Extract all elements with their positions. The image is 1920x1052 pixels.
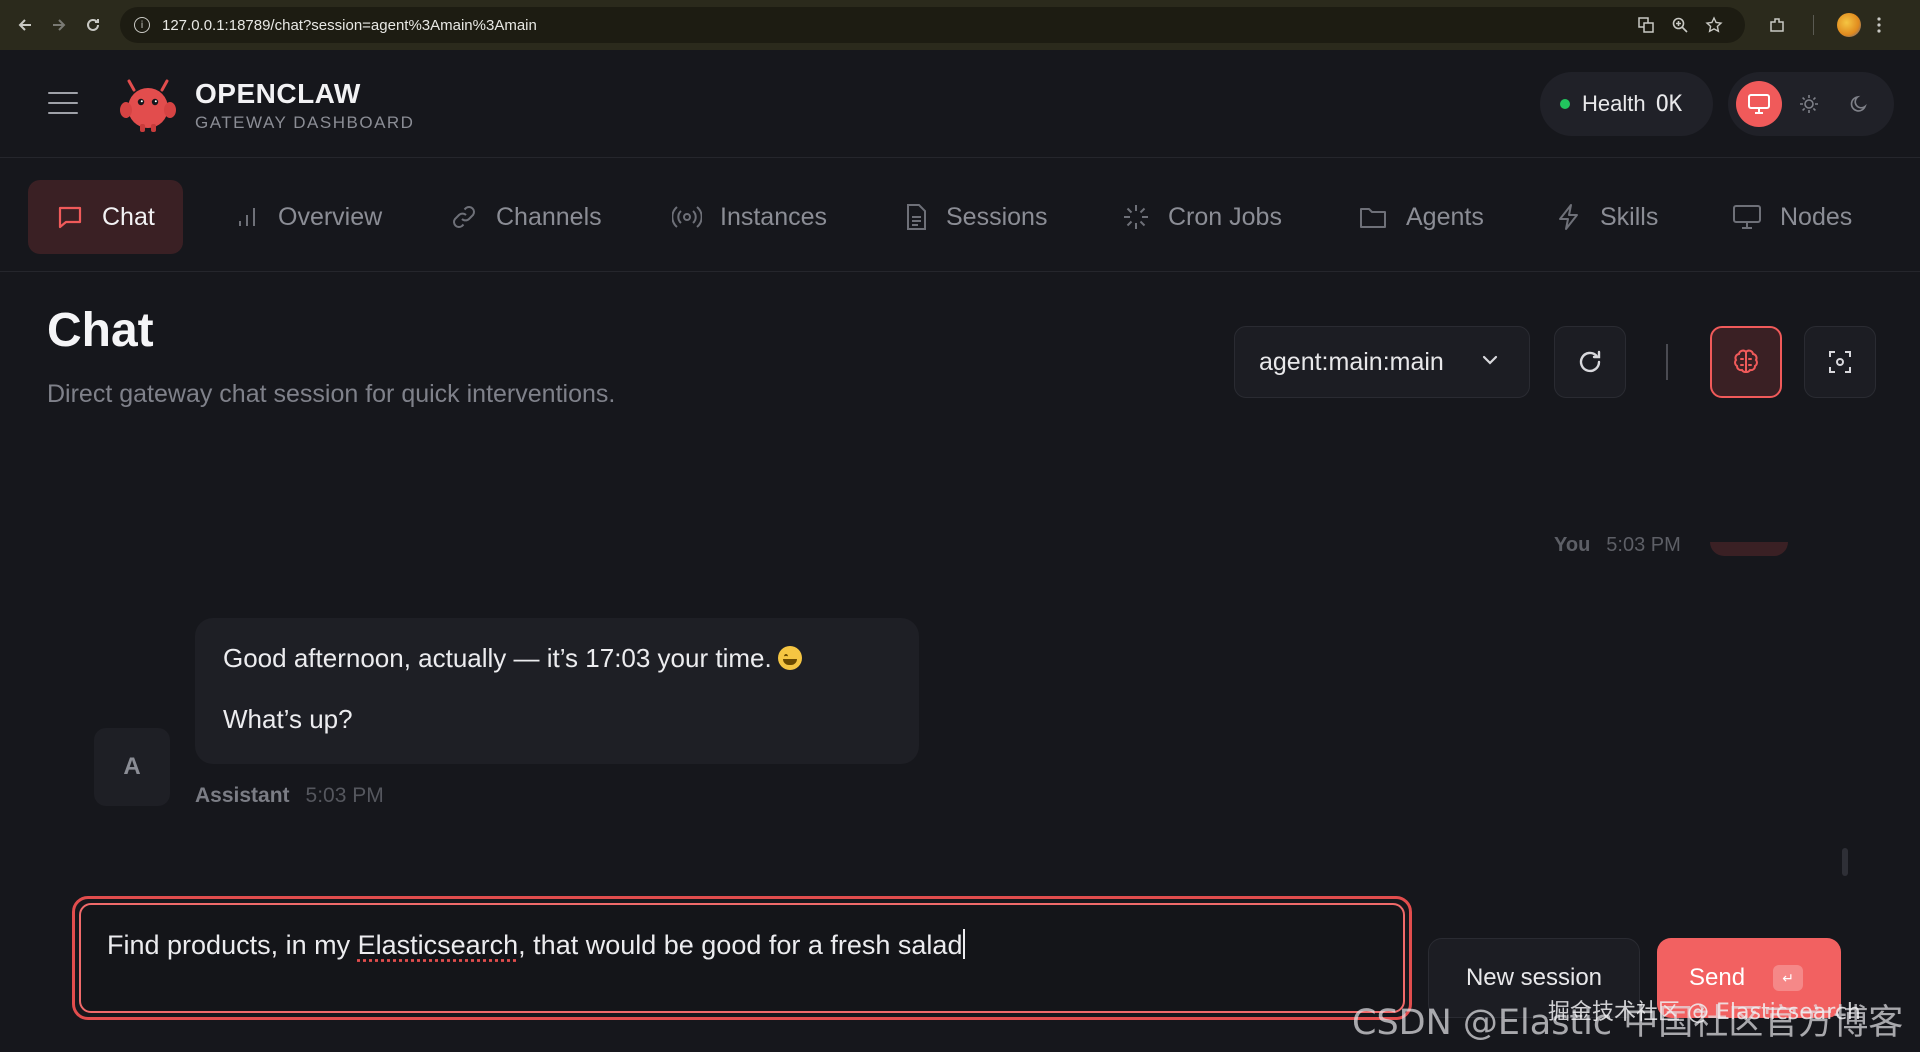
moon-icon[interactable] (1836, 81, 1882, 127)
tab-label: Chat (102, 202, 155, 231)
file-text-icon (904, 203, 928, 231)
tab-label: Skills (1600, 202, 1659, 231)
assistant-message-text: Good afternoon, actually — it’s 17:03 yo… (223, 643, 772, 673)
address-bar-url: 127.0.0.1:18789/chat?session=agent%3Amai… (162, 16, 537, 34)
message-square-icon (56, 203, 84, 231)
chevron-down-icon (1479, 349, 1501, 378)
tab-cron-jobs[interactable]: Cron Jobs (1094, 180, 1310, 254)
assistant-message-time: 5:03 PM (305, 784, 384, 807)
assistant-message-line: Good afternoon, actually — it’s 17:03 yo… (223, 642, 891, 676)
toolbar-divider (1795, 10, 1831, 40)
tab-nodes[interactable]: Nodes (1704, 180, 1880, 254)
sun-icon[interactable] (1786, 81, 1832, 127)
health-value: OK (1655, 91, 1683, 117)
browser-toolbar: i 127.0.0.1:18789/chat?session=agent%3Am… (0, 0, 1920, 50)
juejin-watermark: 掘金技术社区 @ Elasticsearch (1548, 1000, 1861, 1025)
profile-avatar[interactable] (1837, 13, 1861, 37)
message-input-text: Find products, in my (107, 930, 358, 960)
page-subtitle: Direct gateway chat session for quick in… (47, 380, 616, 408)
site-info-icon[interactable]: i (134, 17, 150, 33)
send-button-label: Send (1689, 964, 1746, 991)
tab-overview[interactable]: Overview (206, 180, 410, 254)
main-nav-tabs: Chat Overview Channels Instances Session… (0, 158, 1920, 272)
assistant-message-bubble: Good afternoon, actually — it’s 17:03 yo… (195, 618, 919, 764)
monitor-theme-icon[interactable] (1736, 81, 1782, 127)
health-status-dot (1560, 99, 1570, 109)
user-message-time: 5:03 PM (1606, 534, 1681, 556)
brand-subtitle: GATEWAY DASHBOARD (195, 113, 415, 132)
tab-label: Agents (1406, 202, 1484, 231)
tab-channels[interactable]: Channels (422, 180, 630, 254)
theme-switcher (1728, 72, 1894, 136)
toolbar-divider (1666, 344, 1668, 380)
tab-label: Instances (720, 202, 828, 231)
text-caret (963, 929, 966, 959)
tab-label: Overview (278, 202, 383, 231)
tab-label: Sessions (946, 202, 1048, 231)
message-composer-focus-ring: Find products, in my Elasticsearch, that… (72, 896, 1412, 1020)
page-title: Chat (47, 304, 154, 357)
health-label: Health (1582, 91, 1646, 116)
user-message-meta: You 5:03 PM (1554, 534, 1681, 557)
focus-mode-button[interactable] (1804, 326, 1876, 398)
assistant-message-line: What’s up? (223, 703, 353, 734)
spellcheck-underlined-word: Elasticsearch (357, 930, 519, 960)
tab-instances[interactable]: Instances (644, 180, 855, 254)
hamburger-menu-icon[interactable] (48, 92, 78, 114)
folder-icon (1358, 204, 1388, 230)
tab-skills[interactable]: Skills (1528, 180, 1686, 254)
loader-icon (1122, 203, 1150, 231)
message-input[interactable]: Find products, in my Elasticsearch, that… (79, 903, 1405, 1013)
translate-icon[interactable] (1629, 10, 1663, 40)
bookmark-star-icon[interactable] (1697, 10, 1731, 40)
zoom-icon[interactable] (1663, 10, 1697, 40)
link-icon (450, 203, 478, 231)
forward-arrow-icon[interactable] (42, 8, 76, 42)
session-select[interactable]: agent:main:main (1234, 326, 1530, 398)
openclaw-logo (120, 79, 176, 132)
user-message-author: You (1554, 534, 1591, 556)
chat-scrollbar[interactable] (1842, 848, 1848, 876)
tab-label: Cron Jobs (1168, 202, 1282, 231)
refresh-button[interactable] (1554, 326, 1626, 398)
tab-agents[interactable]: Agents (1330, 180, 1512, 254)
message-input-text: , that would be good for a fresh salad (518, 930, 963, 960)
thinking-toggle-button[interactable] (1710, 326, 1782, 398)
back-arrow-icon[interactable] (8, 8, 42, 42)
grinning-face-emoji-icon (777, 646, 802, 670)
extensions-icon[interactable] (1759, 10, 1795, 40)
brain-icon (1734, 349, 1758, 374)
tab-sessions[interactable]: Sessions (876, 180, 1075, 254)
tab-chat[interactable]: Chat (28, 180, 183, 254)
brand-name: OPENCLAW (195, 78, 361, 109)
monitor-icon (1732, 203, 1762, 231)
focus-scan-icon (1829, 351, 1851, 373)
assistant-avatar: A (94, 728, 170, 806)
tab-label: Nodes (1780, 202, 1853, 231)
zap-icon (1556, 203, 1582, 231)
enter-key-icon: ↵ (1773, 965, 1804, 991)
refresh-icon (1579, 350, 1601, 373)
user-message-bubble-edge (1710, 542, 1788, 556)
radio-broadcast-icon (672, 204, 702, 230)
reload-icon[interactable] (76, 8, 110, 42)
session-select-value: agent:main:main (1259, 347, 1444, 376)
assistant-message-meta: Assistant 5:03 PM (195, 784, 384, 808)
more-menu-icon[interactable] (1861, 10, 1897, 40)
tab-label: Channels (496, 202, 602, 231)
address-bar[interactable]: i 127.0.0.1:18789/chat?session=agent%3Am… (120, 7, 1745, 43)
assistant-message-author: Assistant (195, 784, 290, 807)
health-status-badge: Health OK (1540, 72, 1713, 136)
app-header: OPENCLAW GATEWAY DASHBOARD Health OK (0, 50, 1920, 158)
bar-chart-icon (234, 204, 260, 230)
